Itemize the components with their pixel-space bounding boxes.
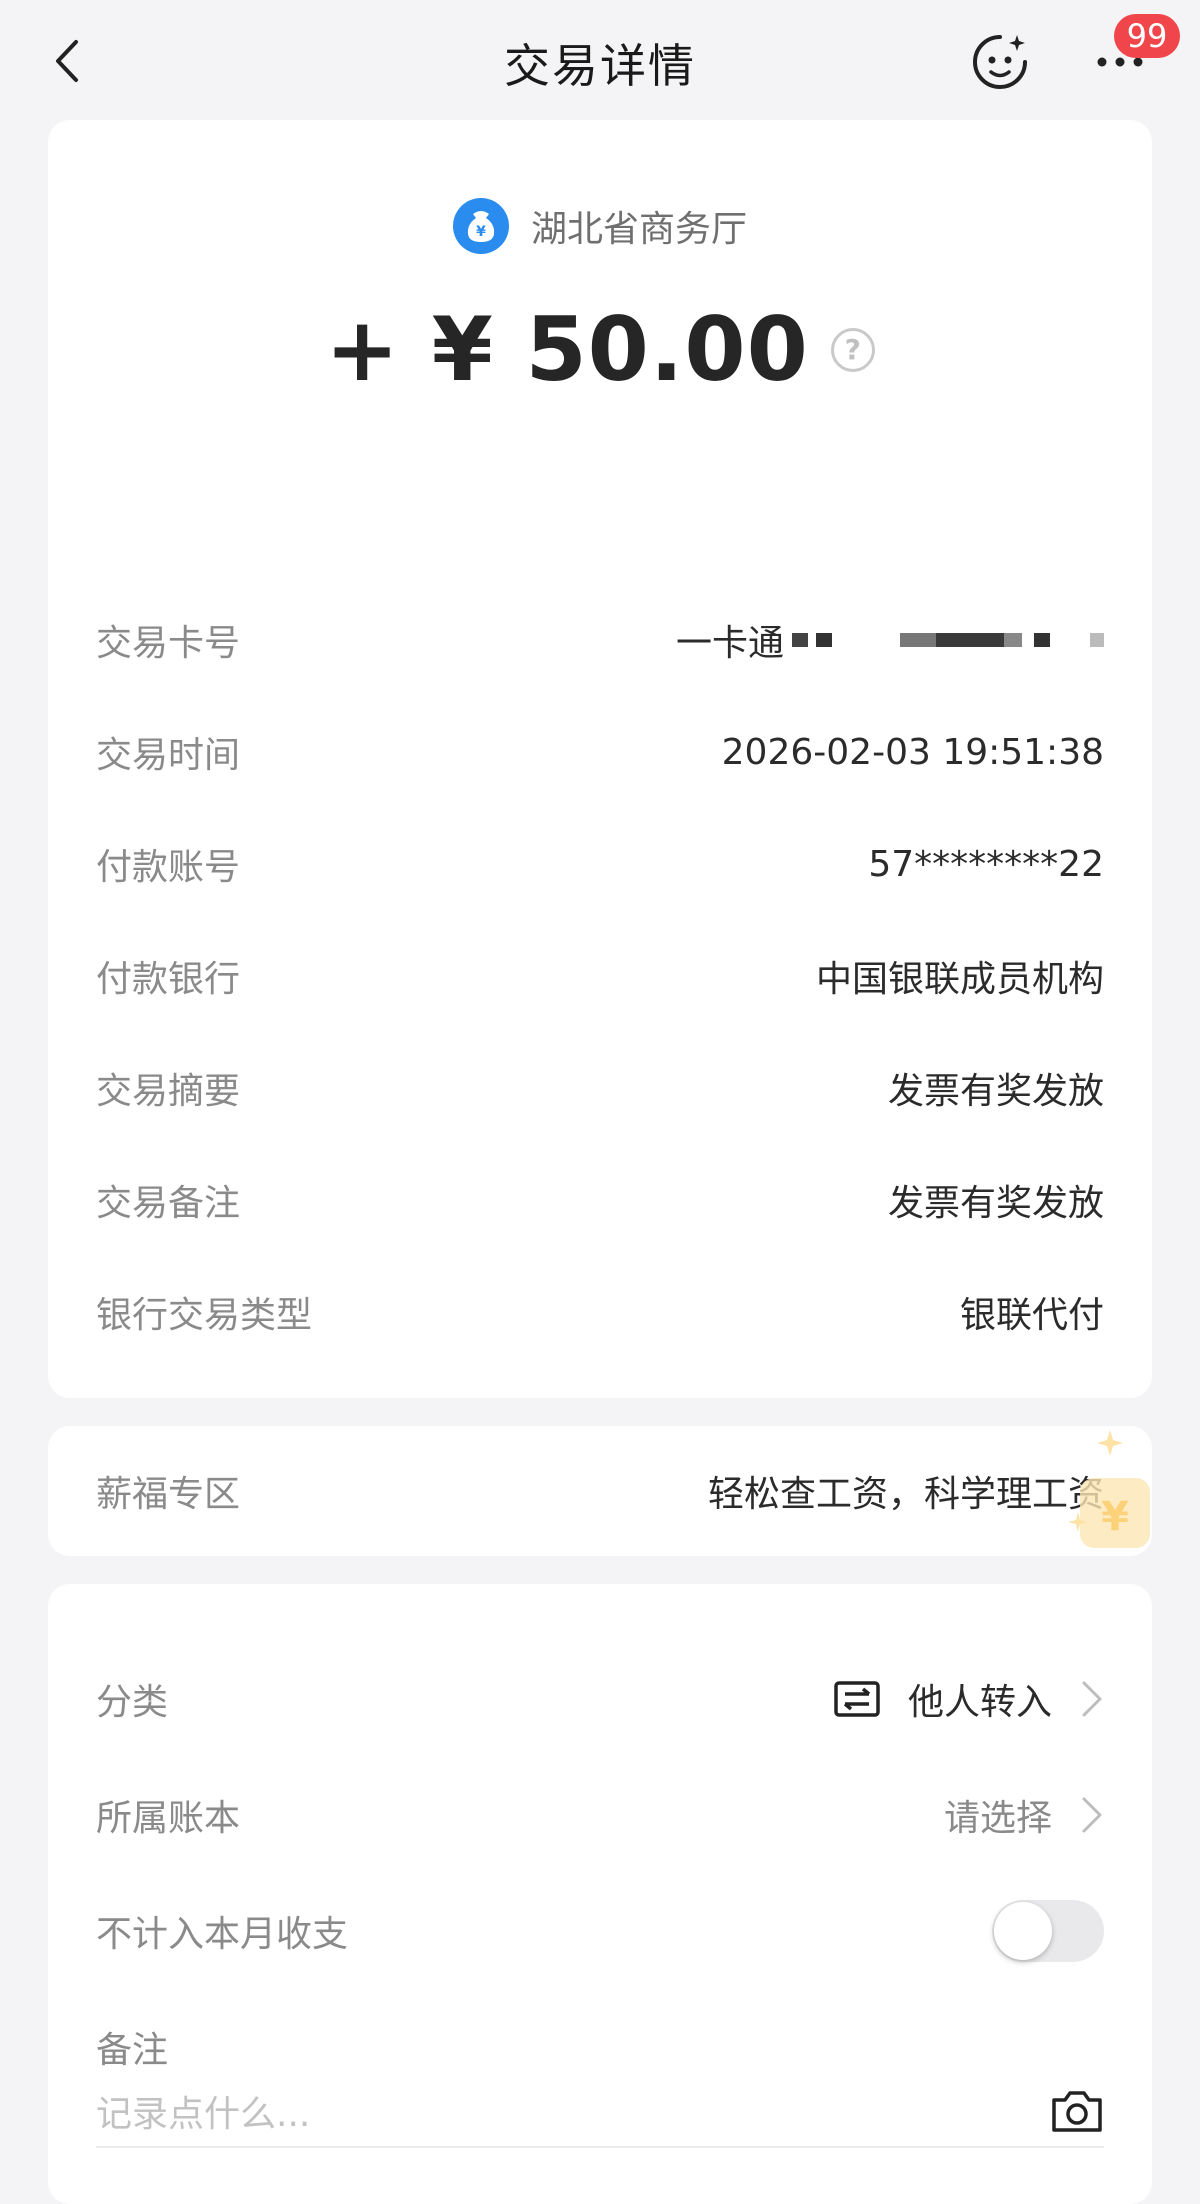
svg-text:¥: ¥ [1101,1494,1129,1540]
transaction-card: ¥ 湖北省商务厅 + ¥ 50.00 ? 交易卡号 一卡通 交易时间 2026-… [48,120,1152,1398]
detail-row-payer-account: 付款账号 57********22 [96,834,1104,894]
masked-pixel [936,633,1004,647]
detail-row-card-number: 交易卡号 一卡通 [96,610,1104,670]
notification-badge: 99 [1114,14,1180,58]
bookkeeping-card: 分类 他人转入 所属账本 请选择 不计入本月收支 备注 记录点什么... [48,1584,1152,2204]
category-value: 他人转入 [907,1682,1052,1723]
exclude-toggle[interactable] [992,1900,1104,1962]
detail-row-remark: 交易备注 发票有奖发放 [96,1170,1104,1230]
detail-label: 交易备注 [96,1183,241,1224]
masked-pixel [1034,633,1050,647]
detail-label: 付款银行 [96,959,241,1000]
detail-label: 银行交易类型 [96,1295,313,1336]
note-input[interactable]: 记录点什么... [96,2076,1104,2148]
top-bar: 交易详情 99 [0,0,1200,120]
detail-row-payer-bank: 付款银行 中国银联成员机构 [96,946,1104,1006]
category-row[interactable]: 分类 他人转入 [96,1664,1104,1734]
category-label: 分类 [96,1682,169,1723]
amount-row: + ¥ 50.00 ? [48,298,1152,401]
chevron-right-icon [1082,1797,1102,1833]
detail-value: 银联代付 [959,1295,1104,1336]
salary-decoration-icon: ¥ [1068,1430,1150,1548]
detail-value: 中国银联成员机构 [815,959,1104,1000]
camera-icon[interactable] [1050,2088,1104,2134]
svg-text:¥: ¥ [476,224,486,240]
detail-label: 交易摘要 [96,1071,241,1112]
detail-value: 发票有奖发放 [887,1071,1104,1112]
salary-zone-row[interactable]: 薪福专区 轻松查工资，科学理工资 [96,1461,1104,1521]
masked-pixel [1004,633,1022,647]
assistant-icon [973,35,1027,89]
card-number-value: 一卡通 [676,614,1104,666]
ledger-label: 所属账本 [96,1798,241,1839]
payer: ¥ 湖北省商务厅 [48,198,1152,254]
note-placeholder: 记录点什么... [96,2094,311,2135]
note-label: 备注 [96,2030,169,2071]
masked-pixel [900,633,936,647]
detail-row-time: 交易时间 2026-02-03 19:51:38 [96,722,1104,782]
ledger-right: 请选择 [944,1789,1104,1841]
toggle-knob [994,1902,1052,1960]
salary-zone-value: 轻松查工资，科学理工资 [707,1474,1104,1515]
ledger-value: 请选择 [943,1798,1052,1839]
exclude-row: 不计入本月收支 [96,1896,1104,1966]
assistant-button[interactable] [970,32,1030,92]
note-row: 备注 [96,2012,1104,2082]
help-icon[interactable]: ? [830,327,875,372]
salary-zone-label: 薪福专区 [96,1474,241,1515]
masked-pixel [792,633,808,647]
detail-row-summary: 交易摘要 发票有奖发放 [96,1058,1104,1118]
category-right: 他人转入 [834,1673,1104,1725]
masked-pixel [816,633,832,647]
detail-label: 交易时间 [96,735,241,776]
payer-logo-icon: ¥ [452,198,509,254]
chevron-right-icon [1082,1681,1102,1717]
detail-label: 付款账号 [96,847,241,888]
detail-value: 2026-02-03 19:51:38 [721,731,1104,773]
exclude-label: 不计入本月收支 [96,1914,349,1955]
detail-value: 57********22 [868,843,1104,885]
card-number-text: 一卡通 [675,623,784,664]
salary-zone-card[interactable]: 薪福专区 轻松查工资，科学理工资 ¥ [48,1426,1152,1556]
ledger-row[interactable]: 所属账本 请选择 [96,1780,1104,1850]
amount: + ¥ 50.00 [325,298,809,401]
masked-pixel [1090,633,1104,647]
detail-value: 发票有奖发放 [887,1183,1104,1224]
detail-label: 交易卡号 [96,623,241,664]
payer-name: 湖北省商务厅 [530,209,747,250]
category-icon [834,1681,880,1717]
detail-row-bank-type: 银行交易类型 银联代付 [96,1282,1104,1342]
